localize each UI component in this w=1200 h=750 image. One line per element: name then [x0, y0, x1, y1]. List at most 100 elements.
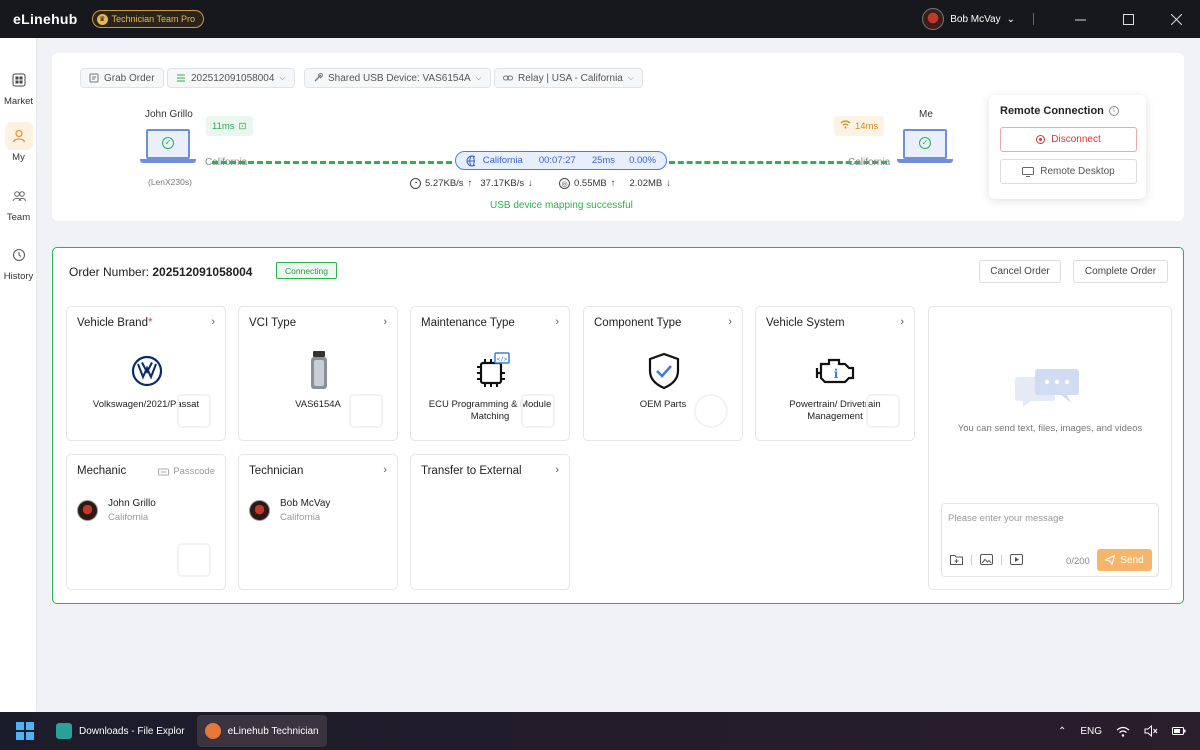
- taskbar: Downloads - File Explor eLinehub Technic…: [0, 712, 1200, 750]
- order-card: Order Number: 202512091058004 Connecting…: [52, 247, 1184, 604]
- maximize-button[interactable]: [1104, 0, 1152, 38]
- team-pro-badge[interactable]: ♛ Technician Team Pro: [91, 10, 205, 28]
- tile-technician[interactable]: Technician › Bob McVay California: [238, 454, 398, 590]
- battery-icon[interactable]: [1172, 725, 1186, 737]
- me-laptop-icon: ✓: [897, 129, 953, 165]
- watermark: [349, 394, 383, 428]
- usb-device-select[interactable]: Shared USB Device: VAS6154A ⌵: [304, 68, 491, 88]
- avatar: [249, 500, 270, 521]
- shield-check-icon: [642, 351, 686, 391]
- data-total-icon: ◎: [559, 178, 570, 189]
- technician-person: Bob McVay California: [249, 498, 330, 523]
- send-icon: [1105, 555, 1116, 565]
- chevron-right-icon: ›: [383, 316, 387, 328]
- chevron-right-icon: ›: [555, 316, 559, 328]
- crown-icon: ♛: [96, 13, 108, 25]
- tile-title: Vehicle System: [766, 317, 845, 329]
- team-icon: [5, 182, 33, 210]
- passcode-label: Passcode: [173, 466, 215, 477]
- character-counter: 0/200: [1066, 556, 1090, 567]
- nav-item-team[interactable]: Team: [0, 182, 37, 223]
- passcode-button[interactable]: Passcode: [158, 466, 215, 477]
- taskbar-app-label: Downloads - File Explor: [79, 725, 185, 737]
- tile-component-type[interactable]: Component Type › OEM Parts: [583, 306, 743, 441]
- order-number-label: Order Number:: [69, 265, 153, 279]
- me-ping-badge: 14ms: [834, 116, 885, 136]
- maximize-icon: [1122, 13, 1134, 25]
- list-icon: [177, 74, 185, 82]
- upload-speed: 5.27KB/s: [425, 178, 464, 189]
- cancel-order-button[interactable]: Cancel Order: [979, 260, 1061, 283]
- watermark: [521, 394, 555, 428]
- windows-start-icon[interactable]: [16, 722, 34, 740]
- connection-line-left: [212, 161, 452, 164]
- tile-maintenance-type[interactable]: Maintenance Type › </> ECU Programming &…: [410, 306, 570, 441]
- composer-tools: [950, 554, 1023, 565]
- remote-device: (LenX230s): [148, 177, 192, 187]
- tile-vehicle-brand[interactable]: Vehicle Brand* › Volkswagen/2021/Passat: [66, 306, 226, 441]
- watermark: [177, 543, 211, 577]
- image-icon[interactable]: [980, 554, 993, 565]
- relay-select[interactable]: Relay | USA - California ⌵: [494, 68, 643, 88]
- close-icon: [1170, 13, 1182, 25]
- divider: [1033, 13, 1034, 25]
- chevron-up-icon[interactable]: ⌃: [1058, 726, 1066, 737]
- svg-text:</>: </>: [497, 356, 508, 363]
- send-button[interactable]: Send: [1097, 549, 1152, 571]
- user-menu[interactable]: Bob McVay ⌄: [922, 8, 1015, 30]
- tile-transfer-external[interactable]: Transfer to External ›: [410, 454, 570, 590]
- relay-label: Relay | USA - California: [518, 72, 623, 84]
- status-badge: Connecting: [276, 262, 338, 279]
- tile-title: Maintenance Type: [421, 317, 515, 329]
- tile-vehicle-system[interactable]: Vehicle System › i Powertrain/ Drivetrai…: [755, 306, 915, 441]
- disconnect-label: Disconnect: [1051, 134, 1101, 145]
- minimize-button[interactable]: [1056, 0, 1104, 38]
- chevron-right-icon: ›: [383, 464, 387, 476]
- tile-title: Mechanic: [77, 465, 127, 477]
- team-pro-label: Technician Team Pro: [111, 14, 196, 24]
- remote-user-name: John Grillo: [145, 109, 193, 120]
- remote-connection-title: Remote Connection i: [1000, 105, 1119, 117]
- download-speed: 37.17KB/s: [480, 178, 525, 189]
- grab-order-button[interactable]: Grab Order: [80, 68, 164, 88]
- me-location: California: [848, 157, 891, 168]
- order-select[interactable]: 202512091058004 ⌵: [167, 68, 295, 88]
- grab-order-label: Grab Order: [104, 72, 155, 84]
- speed-stats: ◔ 5.27KB/s ↑ 37.17KB/s ↓: [410, 178, 533, 189]
- close-button[interactable]: [1152, 0, 1200, 38]
- taskbar-app-elinehub[interactable]: eLinehub Technician: [196, 715, 327, 747]
- disconnect-button[interactable]: Disconnect: [1000, 127, 1137, 152]
- remote-desktop-button[interactable]: Remote Desktop: [1000, 159, 1137, 184]
- download-total: 2.02MB: [629, 178, 663, 189]
- wifi-icon[interactable]: [1116, 726, 1130, 737]
- nav-item-market[interactable]: Market: [0, 66, 37, 107]
- usb-mapping-status: USB device mapping successful: [490, 200, 633, 211]
- nav-label: Team: [6, 212, 31, 223]
- video-icon[interactable]: [1010, 554, 1023, 565]
- engine-icon: i: [814, 351, 858, 391]
- complete-order-button[interactable]: Complete Order: [1073, 260, 1168, 283]
- tile-title: Transfer to External: [421, 465, 522, 477]
- volume-mute-icon[interactable]: [1144, 725, 1158, 737]
- relay-status-pill: California 00:07:27 25ms 0.00%: [455, 151, 667, 170]
- upload-total: 0.55MB: [574, 178, 607, 189]
- chat-bubbles-icon: [1015, 369, 1079, 407]
- nav-item-my[interactable]: My: [0, 122, 37, 163]
- taskbar-app-file-explorer[interactable]: Downloads - File Explor: [48, 715, 193, 747]
- me-name: Me: [919, 109, 933, 120]
- elinehub-app-icon: [204, 723, 221, 739]
- title-bar: eLinehub ♛ Technician Team Pro Bob McVay…: [0, 0, 1200, 38]
- tile-vci-type[interactable]: VCI Type › VAS6154A: [238, 306, 398, 441]
- tile-title: VCI Type: [249, 317, 297, 329]
- folder-upload-icon[interactable]: [950, 554, 963, 565]
- language-indicator[interactable]: ENG: [1080, 726, 1102, 737]
- total-stats: ◎ 0.55MB ↑ 2.02MB ↓: [559, 178, 671, 189]
- vw-logo-icon: [125, 351, 169, 391]
- minimize-icon: [1074, 19, 1086, 20]
- chat-hint: You can send text, files, images, and vi…: [957, 423, 1143, 434]
- info-icon[interactable]: i: [1108, 106, 1119, 116]
- chevron-right-icon: ›: [728, 316, 732, 328]
- message-input[interactable]: [948, 510, 1153, 526]
- watermark: [694, 394, 728, 428]
- nav-item-history[interactable]: History: [0, 241, 37, 282]
